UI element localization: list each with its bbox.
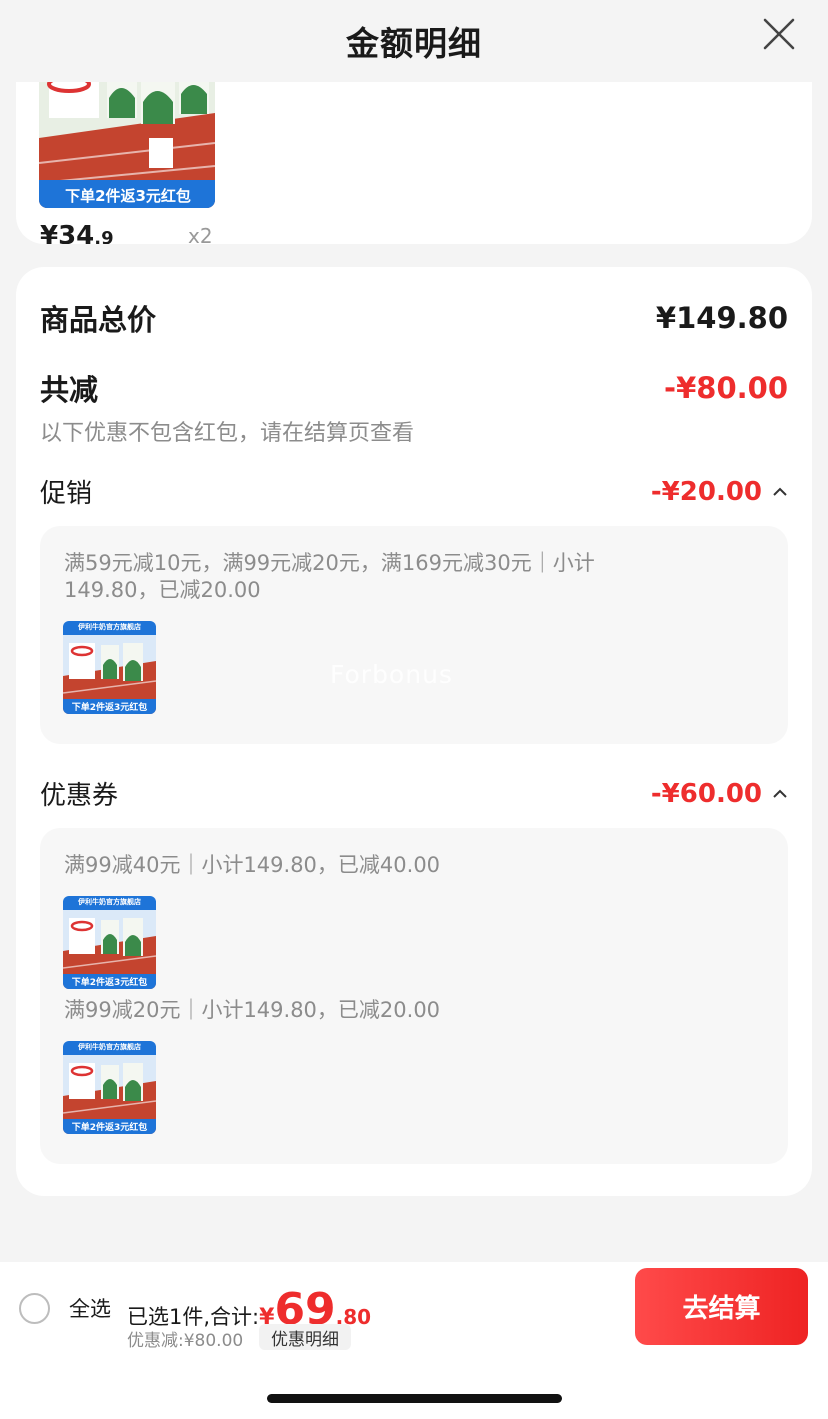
promotion-thumbnail-banner: 下单2件返3元红包 [71, 703, 148, 713]
promotion-thumbnail-shop: 伊利牛奶官方旗舰店 [78, 623, 141, 631]
coupon-thumbnail-shop: 伊利牛奶官方旗舰店 [78, 898, 141, 906]
coupon-thumbnail-banner: 下单2件返3元红包 [71, 978, 148, 988]
header-bar: 金额明细 [0, 0, 828, 82]
coupon-label: 优惠券 [40, 781, 119, 811]
promotion-value: -¥20.00 [650, 476, 762, 507]
coupon-detail-box: 满99减40元｜小计149.80，已减40.00 伊利牛奶官方旗舰店 下单2件返… [40, 828, 788, 1164]
discount-note: 以下优惠不包含红包，请在结算页查看 [40, 421, 415, 446]
promotion-row[interactable]: 促销 -¥20.00 [40, 473, 788, 510]
total-reduction-value: -¥80.00 [664, 371, 788, 405]
discount-detail-button[interactable]: 优惠明细 [259, 1324, 351, 1350]
amount-detail-card: 商品总价 ¥149.80 共减 -¥80.00 以下优惠不包含红包，请在结算页查… [16, 267, 812, 1196]
coupon-description: 满99减20元｜小计149.80，已减20.00 [64, 998, 441, 1022]
close-icon[interactable] [762, 17, 796, 51]
chevron-up-icon[interactable] [772, 789, 788, 799]
coupon-value: -¥60.00 [650, 778, 762, 809]
promotion-value-group: -¥20.00 [651, 477, 788, 507]
price-integer: ¥34 [40, 221, 95, 244]
radio-unchecked-icon[interactable] [19, 1293, 50, 1324]
discount-summary: 优惠减:¥80.00 [127, 1331, 244, 1351]
select-all-label[interactable]: 全选 [69, 1293, 111, 1323]
promotion-description: 满59元减10元，满99元减20元，满169元减30元｜小计149.80，已减2… [64, 551, 595, 602]
total-price-value: ¥149.80 [655, 301, 788, 335]
home-indicator[interactable] [267, 1394, 562, 1403]
total-price-row: 商品总价 ¥149.80 [40, 297, 788, 339]
total-price-label: 商品总价 [40, 303, 157, 337]
coupon-description: 满99减40元｜小计149.80，已减40.00 [64, 853, 441, 877]
watermark: Forbonus [330, 660, 453, 689]
coupon-row[interactable]: 优惠券 -¥60.00 [40, 775, 788, 812]
product-quantity: x2 [188, 224, 213, 244]
page-title: 金额明细 [346, 24, 482, 63]
checkout-bar: 全选 已选1件,合计: ¥ 69 .80 优惠减:¥80.00 优惠明细 去结算 [0, 1262, 828, 1419]
coupon-thumbnail-shop: 伊利牛奶官方旗舰店 [78, 1043, 141, 1051]
coupon-value-group: -¥60.00 [651, 779, 788, 809]
checkout-button[interactable]: 去结算 [635, 1268, 808, 1345]
total-reduction-label: 共减 [40, 373, 99, 407]
price-decimal: .9 [94, 228, 114, 244]
product-price: ¥34.9 [40, 221, 114, 244]
product-banner-text: 下单2件返3元红包 [65, 187, 191, 205]
coupon-thumbnail-banner: 下单2件返3元红包 [71, 1123, 148, 1133]
promotion-label: 促销 [40, 479, 93, 509]
promotion-detail-box: 满59元减10元，满99元减20元，满169元减30元｜小计149.80，已减2… [40, 526, 788, 744]
chevron-up-icon[interactable] [772, 487, 788, 497]
total-reduction-row: 共减 -¥80.00 [40, 367, 788, 409]
